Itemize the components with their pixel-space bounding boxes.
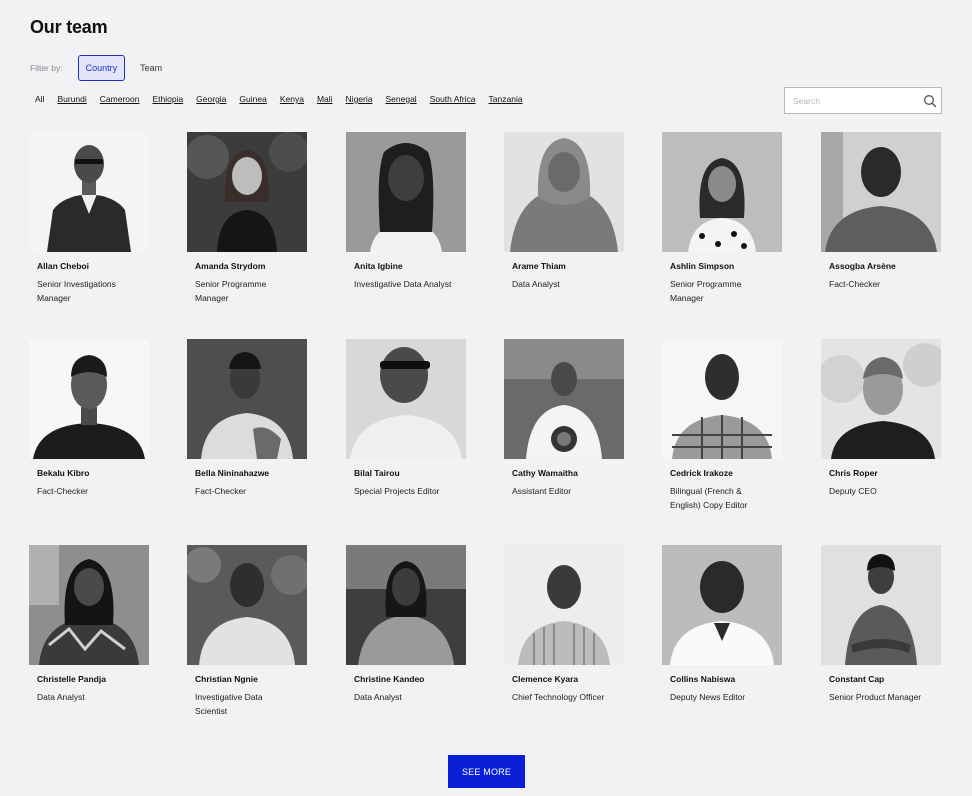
country-link-south-africa[interactable]: South Africa — [430, 94, 476, 104]
member-role: Assistant Editor — [512, 486, 572, 496]
member-photo[interactable] — [346, 132, 466, 252]
member-photo[interactable] — [29, 132, 149, 252]
member-name: Cedrick Irakoze — [670, 468, 733, 478]
member-name: Christelle Pandja — [37, 674, 106, 684]
member-role: Special Projects Editor — [354, 486, 440, 496]
member-card[interactable]: Cedrick Irakoze Bilingual (French & Engl… — [662, 339, 782, 512]
member-role: Chief Technology Officer — [512, 692, 605, 702]
member-card[interactable]: Christelle Pandja Data Analyst — [29, 545, 149, 704]
country-link-nigeria[interactable]: Nigeria — [346, 94, 373, 104]
member-card[interactable]: Chris Roper Deputy CEO — [821, 339, 941, 498]
member-role: Deputy CEO — [829, 486, 877, 496]
member-name: Bekalu Kibro — [37, 468, 90, 478]
member-photo[interactable] — [662, 339, 782, 459]
member-name: Christian Ngnie — [195, 674, 258, 684]
member-name: Arame Thiam — [512, 261, 566, 271]
member-role: Fact-Checker — [37, 486, 89, 496]
member-card[interactable]: Bella Nininahazwe Fact-Checker — [187, 339, 307, 498]
member-card[interactable]: Christian Ngnie Investigative Data Scien… — [187, 545, 307, 718]
country-filter-list: All Burundi Cameroon Ethiopia Georgia Gu… — [35, 94, 523, 104]
member-card[interactable]: Anita Igbine Investigative Data Analyst — [346, 132, 466, 291]
member-card[interactable]: Arame Thiam Data Analyst — [504, 132, 624, 291]
member-photo[interactable] — [504, 132, 624, 252]
member-photo[interactable] — [29, 545, 149, 665]
member-name: Assogba Arsène — [829, 261, 896, 271]
country-link-ethiopia[interactable]: Ethiopia — [152, 94, 183, 104]
search-icon[interactable] — [923, 94, 937, 108]
member-name: Christine Kandeo — [354, 674, 425, 684]
page-title: Our team — [30, 17, 108, 37]
member-photo[interactable] — [821, 339, 941, 459]
member-card[interactable]: Allan Cheboi Senior Investigations Manag… — [29, 132, 149, 305]
filter-country-button[interactable]: Country — [77, 55, 126, 81]
member-photo[interactable] — [662, 132, 782, 252]
country-link-mali[interactable]: Mali — [317, 94, 333, 104]
country-link-guinea[interactable]: Guinea — [239, 94, 266, 104]
member-photo[interactable] — [187, 545, 307, 665]
member-card[interactable]: Cathy Wamaitha Assistant Editor — [504, 339, 624, 498]
see-more-button[interactable]: SEE MORE — [448, 755, 525, 788]
member-role: Investigative Data Analyst — [354, 279, 452, 289]
member-photo[interactable] — [662, 545, 782, 665]
member-card[interactable]: Clemence Kyara Chief Technology Officer — [504, 545, 624, 704]
country-link-tanzania[interactable]: Tanzania — [489, 94, 523, 104]
country-link-burundi[interactable]: Burundi — [57, 94, 86, 104]
member-card[interactable]: Constant Cap Senior Product Manager — [821, 545, 941, 704]
member-photo[interactable] — [187, 339, 307, 459]
member-name: Chris Roper — [829, 468, 878, 478]
member-role: Fact-Checker — [829, 279, 881, 289]
member-role: Bilingual (French & English) Copy Editor — [670, 486, 748, 510]
member-role: Data Analyst — [512, 279, 560, 289]
member-card[interactable]: Bilal Tairou Special Projects Editor — [346, 339, 466, 498]
member-name: Amanda Strydom — [195, 261, 266, 271]
country-link-cameroon[interactable]: Cameroon — [100, 94, 140, 104]
filter-label: Filter by: — [30, 63, 63, 73]
member-card[interactable]: Collins Nabiswa Deputy News Editor — [662, 545, 782, 704]
country-link-all[interactable]: All — [35, 94, 44, 104]
member-role: Senior Programme Manager — [670, 279, 742, 303]
country-link-kenya[interactable]: Kenya — [280, 94, 304, 104]
member-card[interactable]: Christine Kandeo Data Analyst — [346, 545, 466, 704]
member-role: Deputy News Editor — [670, 692, 746, 702]
member-card[interactable]: Bekalu Kibro Fact-Checker — [29, 339, 149, 498]
member-photo[interactable] — [187, 132, 307, 252]
member-role: Senior Product Manager — [829, 692, 922, 702]
member-photo[interactable] — [821, 545, 941, 665]
filter-bar: Filter by: Country Team — [30, 55, 169, 81]
member-name: Constant Cap — [829, 674, 885, 684]
member-name: Allan Cheboi — [37, 261, 89, 271]
member-name: Bella Nininahazwe — [195, 468, 270, 478]
member-photo[interactable] — [346, 545, 466, 665]
country-link-georgia[interactable]: Georgia — [196, 94, 226, 104]
member-role: Fact-Checker — [195, 486, 247, 496]
member-card[interactable]: Assogba Arsène Fact-Checker — [821, 132, 941, 291]
member-photo[interactable] — [504, 545, 624, 665]
member-role: Data Analyst — [354, 692, 402, 702]
team-page: Our team Filter by: Country Team All Bur… — [0, 0, 972, 796]
member-name: Collins Nabiswa — [670, 674, 736, 684]
search-input[interactable] — [785, 88, 931, 113]
member-card[interactable]: Ashlin Simpson Senior Programme Manager — [662, 132, 782, 305]
member-role: Data Analyst — [37, 692, 85, 702]
member-photo[interactable] — [821, 132, 941, 252]
member-name: Anita Igbine — [354, 261, 403, 271]
member-name: Cathy Wamaitha — [512, 468, 578, 478]
member-name: Bilal Tairou — [354, 468, 400, 478]
member-name: Clemence Kyara — [512, 674, 579, 684]
member-role: Senior Programme Manager — [195, 279, 267, 303]
search-box — [784, 87, 942, 114]
member-card[interactable]: Amanda Strydom Senior Programme Manager — [187, 132, 307, 305]
country-link-senegal[interactable]: Senegal — [385, 94, 416, 104]
filter-team-button[interactable]: Team — [133, 56, 169, 80]
member-role: Senior Investigations Manager — [37, 279, 116, 303]
member-photo[interactable] — [504, 339, 624, 459]
member-photo[interactable] — [346, 339, 466, 459]
member-photo[interactable] — [29, 339, 149, 459]
member-name: Ashlin Simpson — [670, 261, 735, 271]
member-role: Investigative Data Scientist — [195, 692, 263, 716]
